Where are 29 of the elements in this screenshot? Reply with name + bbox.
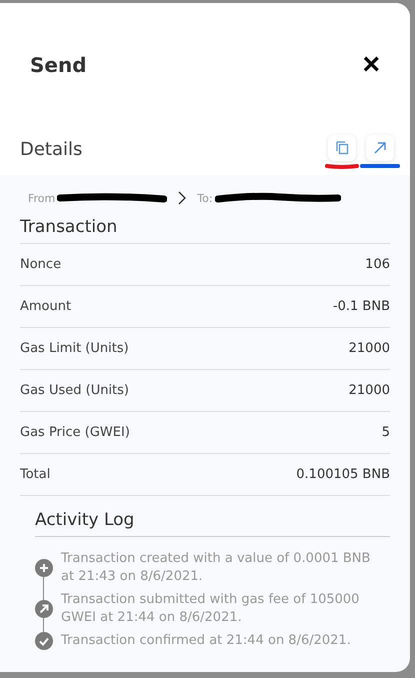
- row-label: Gas Used (Units): [20, 383, 129, 398]
- check-icon: [35, 632, 53, 650]
- row-label: Nonce: [20, 257, 62, 272]
- open-external-button[interactable]: [366, 135, 394, 161]
- chevron-right-icon: [177, 191, 188, 205]
- row-label: Gas Price (GWEI): [20, 425, 130, 440]
- section-title: Details: [20, 139, 82, 160]
- arrow-icon: [373, 141, 387, 155]
- row-value: 21000: [348, 341, 390, 356]
- log-entry-text: Transaction confirmed at 21:44 on 8/6/2021.: [61, 632, 352, 650]
- dialog-title: Send: [30, 53, 87, 77]
- row-label: Gas Limit (Units): [20, 341, 129, 356]
- row-value: -0.1 BNB: [332, 299, 390, 314]
- section-title: Activity Log: [35, 510, 390, 537]
- row-value: 5: [382, 425, 390, 440]
- to-label: To:: [197, 192, 213, 204]
- section-title: Transaction: [20, 213, 390, 244]
- row-value: 0.100105 BNB: [296, 467, 390, 482]
- plus-icon: [35, 558, 53, 577]
- copy-button[interactable]: [328, 135, 356, 161]
- log-entry-text: Transaction submitted with gas fee of 105000 GWEI at 21:44 on 8/6/2021.: [61, 591, 360, 626]
- row-value: 106: [365, 257, 390, 272]
- row-value: 21000: [348, 383, 390, 398]
- from-label: From: [28, 192, 56, 204]
- close-button[interactable]: ×: [362, 50, 380, 80]
- row-label: Total: [20, 467, 50, 482]
- copy-icon: [335, 141, 349, 155]
- row-label: Amount: [20, 299, 72, 314]
- log-entry-text: Transaction created with a value of 0.0001 BNB at 21:43 on 8/6/2021.: [61, 550, 372, 586]
